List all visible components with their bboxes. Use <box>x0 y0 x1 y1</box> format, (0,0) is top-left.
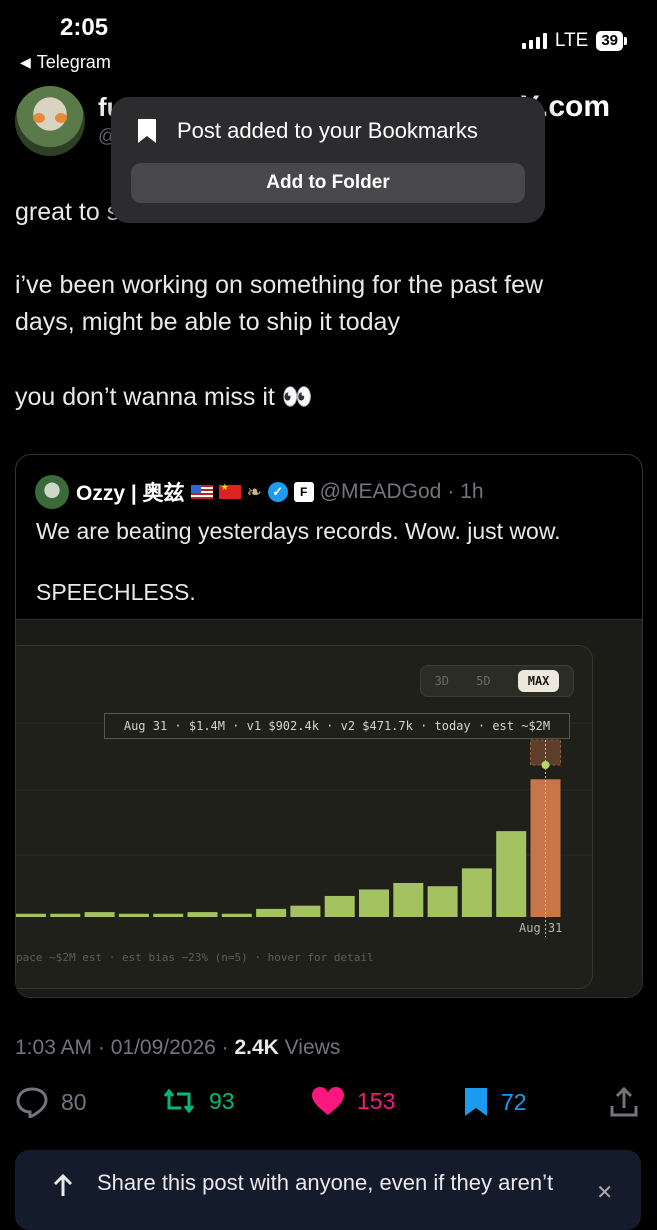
share-banner[interactable]: Share this post with anyone, even if the… <box>15 1150 641 1230</box>
chart-bar <box>153 913 184 917</box>
status-time: 2:05 <box>60 14 109 41</box>
network-label: LTE <box>554 30 589 51</box>
add-to-folder-button[interactable]: Add to Folder <box>131 163 525 203</box>
chart-bar <box>221 913 252 917</box>
chart-bar <box>461 868 492 917</box>
battery-level: 39 <box>596 31 623 51</box>
chart-bar <box>84 912 115 917</box>
chart-bar <box>16 913 46 917</box>
repost-button[interactable]: 93 <box>161 1086 235 1116</box>
views-count: 2.4K <box>234 1036 279 1059</box>
bookmark-toast: Post added to your Bookmarks Add to Fold… <box>111 97 545 223</box>
like-count: 153 <box>357 1087 396 1114</box>
chart-bar <box>256 908 287 917</box>
chart-x-tick-label: Aug 31 <box>519 921 563 935</box>
chart-bar <box>359 889 389 917</box>
share-upload-icon <box>53 1173 73 1196</box>
like-button[interactable]: 153 <box>311 1086 395 1116</box>
chart-footer-note: pace ~$2M est · est bias −23% (n=5) · ho… <box>16 951 374 964</box>
share-button[interactable] <box>609 1086 639 1118</box>
back-app-label: Telegram <box>36 52 111 72</box>
back-to-app-link[interactable]: ◀ Telegram <box>20 52 111 73</box>
tweet-text-para2-line2: days, might be able to ship it today <box>15 308 400 336</box>
chart-bar <box>118 913 149 917</box>
reply-count: 80 <box>61 1088 87 1115</box>
tweet-text-line1: great to s <box>15 198 120 226</box>
chart-bar <box>427 886 458 917</box>
reply-button[interactable]: 80 <box>15 1086 87 1118</box>
signal-icon <box>521 33 547 49</box>
bookmark-button[interactable]: 72 <box>463 1086 527 1118</box>
chart-marker-point <box>541 761 550 769</box>
tweet-text-para3: you don’t wanna miss it 👀 <box>15 383 313 411</box>
status-indicators: LTE 39 <box>521 30 627 52</box>
chart-bar <box>324 895 355 917</box>
tweet-text-para2: i’ve been working on something for the p… <box>15 267 543 341</box>
post-meta: 1:03 AM · 01/09/2026 · 2.4K Views <box>15 1036 340 1060</box>
quoted-post[interactable]: Ozzy | 奥兹 ❧ ✓ F @MEADGod · 1h We are bea… <box>15 454 643 998</box>
reply-icon <box>16 1087 48 1118</box>
toast-message: Post added to your Bookmarks <box>177 118 478 143</box>
post-timestamp: 1:03 AM · 01/09/2026 · <box>15 1036 235 1059</box>
avatar-glasses-icon <box>33 113 67 123</box>
views-label: Views <box>278 1036 341 1059</box>
battery-icon: 39 <box>596 31 627 51</box>
bookmark-count: 72 <box>501 1088 527 1115</box>
chart-bar <box>50 913 81 917</box>
chart-tooltip: Aug 31 · $1.4M · v1 $902.4k · v2 $471.7k… <box>104 713 570 739</box>
heart-icon <box>312 1087 344 1115</box>
share-banner-text: Share this post with anyone, even if the… <box>97 1170 554 1195</box>
tweet-text-para2-line1: i’ve been working on something for the p… <box>15 271 544 299</box>
repost-count: 93 <box>209 1087 235 1114</box>
bookmark-filled-icon <box>465 1088 487 1116</box>
chart-bar <box>496 831 527 917</box>
action-bar: 80 93 153 72 <box>15 1086 641 1126</box>
bookmark-icon <box>138 119 156 143</box>
back-arrow-icon: ◀ <box>20 54 31 70</box>
share-icon <box>610 1086 638 1117</box>
chart-bar <box>290 905 321 917</box>
chart-bar <box>187 912 218 917</box>
repost-icon <box>163 1088 195 1114</box>
chart-bar <box>393 882 424 917</box>
close-icon[interactable]: ✕ <box>596 1180 613 1205</box>
